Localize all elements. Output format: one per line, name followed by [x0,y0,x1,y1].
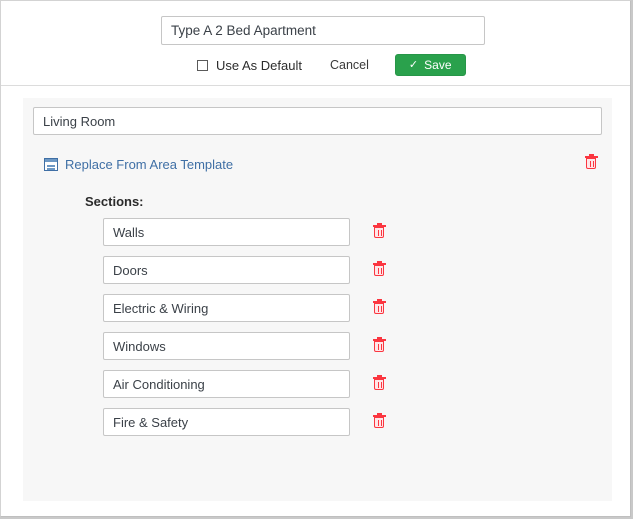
delete-area-button[interactable] [582,153,600,173]
header-actions: Use As Default Cancel ✓ Save [197,54,466,76]
section-name-input[interactable] [103,256,350,284]
section-name-input[interactable] [103,408,350,436]
section-row [103,370,403,408]
section-row [103,218,403,256]
delete-section-button[interactable] [370,223,388,241]
check-icon: ✓ [408,58,419,71]
editor-body: Replace From Area Template Sections: [1,86,630,516]
use-as-default-checkbox[interactable]: Use As Default [197,58,302,73]
use-as-default-label: Use As Default [216,57,302,73]
sections-list [103,218,403,446]
area-panel: Replace From Area Template Sections: [23,98,612,501]
sections-label: Sections: [85,194,144,209]
section-name-input[interactable] [103,218,350,246]
delete-section-button[interactable] [370,299,388,317]
save-button[interactable]: ✓ Save [394,54,466,76]
section-row [103,256,403,294]
trash-icon [584,154,598,169]
section-row [103,408,403,446]
trash-icon [372,299,386,314]
trash-icon [372,375,386,390]
save-button-label: Save [424,58,452,72]
trash-icon [372,337,386,352]
section-name-input[interactable] [103,294,350,322]
section-name-input[interactable] [103,370,350,398]
delete-section-button[interactable] [370,413,388,431]
unit-type-editor-window: Use As Default Cancel ✓ Save Replace Fro… [0,0,631,517]
unit-type-name-input[interactable] [161,16,485,45]
area-name-input[interactable] [33,107,602,135]
trash-icon [372,413,386,428]
section-row [103,332,403,370]
section-name-input[interactable] [103,332,350,360]
replace-from-area-template-link[interactable]: Replace From Area Template [44,157,233,172]
cancel-button[interactable]: Cancel [330,58,369,72]
checkbox-box[interactable] [197,59,208,71]
trash-icon [372,223,386,238]
delete-section-button[interactable] [370,261,388,279]
trash-icon [372,261,386,276]
window-list-icon [44,158,58,171]
delete-section-button[interactable] [370,337,388,355]
delete-section-button[interactable] [370,375,388,393]
section-row [103,294,403,332]
replace-from-area-template-label: Replace From Area Template [65,157,234,172]
editor-header: Use As Default Cancel ✓ Save [1,1,630,86]
